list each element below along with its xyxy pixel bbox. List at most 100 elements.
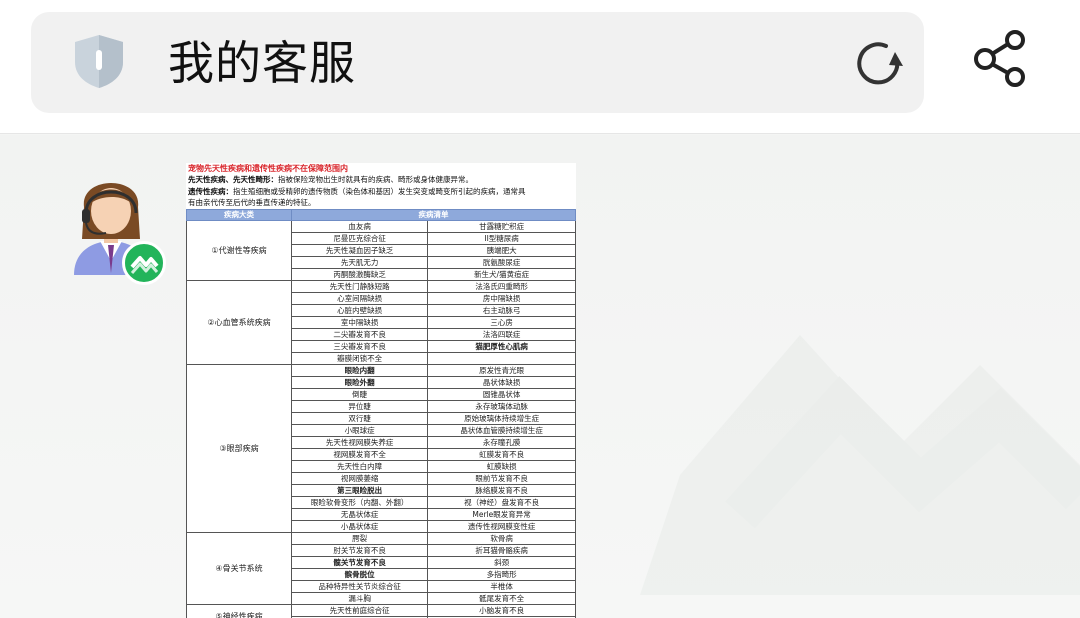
- disease-cell: 漏斗胸: [291, 591, 429, 605]
- category-cell: ④骨关节系统: [186, 531, 293, 605]
- disease-cell: 软骨病: [427, 531, 576, 545]
- disease-cell: 髌骨脱位: [291, 567, 429, 581]
- disease-cell: 肘关节发育不良: [291, 543, 429, 557]
- page-title: 我的客服: [168, 36, 356, 90]
- disease-cell: 折耳猫骨骼疾病: [427, 543, 576, 557]
- table-body: ①代谢性等疾病 血友病 甘露糖贮积症 尼曼匹克综合征 II型糖尿病 先天性凝血因子缺乏 胰端…: [186, 219, 576, 618]
- disease-table: 疾病大类 疾病清单 ①代谢性等疾病 血友病 甘露糖贮积症 尼曼匹克综合征 II型糖尿病先…: [186, 208, 576, 618]
- disease-cell: 异位睫: [291, 399, 429, 413]
- disease-cell: II型糖尿病: [427, 231, 576, 245]
- definition-label: 遗传性疾病：: [188, 186, 233, 196]
- share-icon[interactable]: [970, 28, 1030, 90]
- disease-cell: 圆锥晶状体: [427, 387, 576, 401]
- definition-continued: 有由亲代传至后代的垂直传递的特征。: [188, 198, 316, 208]
- category-cell: ①代谢性等疾病: [186, 219, 293, 281]
- disease-cell: 胱氨酸尿症: [427, 255, 576, 269]
- disease-cell: 虹膜发育不良: [427, 447, 576, 461]
- disease-cell: 眼睑外翻: [291, 375, 429, 389]
- disease-cell: 三心房: [427, 315, 576, 329]
- disease-cell: 髋关节发育不良: [291, 555, 429, 569]
- column-header-category: 疾病大类: [186, 208, 293, 221]
- disease-cell: 先天性视网膜失养症: [291, 435, 429, 449]
- definition-text: 指被保险宠物出生时就具有的疾病、畸形或身体健康异常。: [278, 175, 473, 184]
- disease-cell: 脉络膜发育不良: [427, 483, 576, 497]
- disease-cell: 倒睫: [291, 387, 429, 401]
- disease-cell: 原发性青光眼: [427, 363, 576, 377]
- top-bar: 我的客服: [0, 0, 1080, 134]
- category-cell: ⑤神经性疾病: [186, 603, 293, 618]
- disease-cell: 晶状体血管膜持续增生症: [427, 423, 576, 437]
- disease-cell: 视网膜发育不全: [291, 447, 429, 461]
- table-row: ②心血管系统疾病 先天性门静脉短路 法洛氏四重畸形: [186, 279, 576, 365]
- definition-hereditary: 遗传性疾病：指生殖细胞或受精卵的遗传物质（染色体和基因）发生突变或畸变所引起的疾…: [186, 186, 576, 198]
- disease-cell: 半椎体: [427, 579, 576, 593]
- disease-cell: 眼前节发育不良: [427, 471, 576, 485]
- disease-cell: 法洛氏四重畸形: [427, 279, 576, 293]
- disease-cell: 视（神经）盘发育不良: [427, 495, 576, 509]
- definition-text: 指生殖细胞或受精卵的遗传物质（染色体和基因）发生突变或畸变所引起的疾病，通常具: [233, 186, 526, 196]
- refresh-icon[interactable]: [853, 38, 905, 86]
- disease-cell: 尼曼匹克综合征: [291, 231, 429, 245]
- disease-cell: 先天肌无力: [291, 255, 429, 269]
- disease-cell: 先天性白内障: [291, 459, 429, 473]
- disease-cell: 视网膜萎缩: [291, 471, 429, 485]
- table-header-row: 疾病大类 疾病清单: [186, 208, 576, 221]
- disease-cell: 腭裂: [291, 531, 429, 545]
- category-cell: ③眼部疾病: [186, 363, 293, 533]
- disease-cell: 瓣膜闭锁不全: [291, 351, 429, 365]
- disease-cell: 眼睑软骨变形（内翻、外翻）: [291, 495, 429, 509]
- disease-cell: 骶尾发育不全: [427, 591, 576, 605]
- document-title: 宠物先天性疾病和遗传性疾病不在保障范围内: [188, 164, 348, 173]
- table-row: ③眼部疾病 眼睑内翻 原发性青光眼: [186, 363, 576, 533]
- watermark-logo: [640, 335, 1080, 595]
- disease-cell: 双行睫: [291, 411, 429, 425]
- disease-cell: 晶状体缺损: [427, 375, 576, 389]
- disease-cell: 斜颈: [427, 555, 576, 569]
- disease-cell: 先天性前庭综合征: [291, 603, 429, 617]
- category-cell: ②心血管系统疾病: [186, 279, 293, 365]
- disease-cell: 猫肥厚性心肌病: [427, 339, 576, 353]
- disease-cell: 胰端肥大: [427, 243, 576, 257]
- definition-label: 先天性疾病、先天性畸形：: [188, 175, 278, 184]
- table-row: ⑤神经性疾病 先天性前庭综合征 小脑发育不良: [186, 603, 576, 618]
- online-badge: [122, 241, 166, 285]
- disease-cell: 遗传性视网膜变性症: [427, 519, 576, 533]
- wave-badge-icon: [130, 256, 159, 274]
- disease-cell: 先天性凝血因子缺乏: [291, 243, 429, 257]
- disease-cell: 法洛四联症: [427, 327, 576, 341]
- disease-list-image[interactable]: 宠物先天性疾病和遗传性疾病不在保障范围内 先天性疾病、先天性畸形：指被保险宠物出…: [186, 163, 576, 618]
- disease-cell: 小眼球症: [291, 423, 429, 437]
- definition-congenital: 先天性疾病、先天性畸形：指被保险宠物出生时就具有的疾病、畸形或身体健康异常。: [186, 174, 576, 186]
- disease-cell: [427, 351, 576, 365]
- disease-cell: 虹膜缺损: [427, 459, 576, 473]
- table-row: ①代谢性等疾病 血友病 甘露糖贮积症: [186, 219, 576, 281]
- disease-cell: 心脏内壁缺损: [291, 303, 429, 317]
- disease-cell: 二尖瓣发育不良: [291, 327, 429, 341]
- disease-cell: 室中隔缺损: [291, 315, 429, 329]
- disease-cell: 多指畸形: [427, 567, 576, 581]
- disease-cell: 无晶状体症: [291, 507, 429, 521]
- disease-cell: 第三眼睑脱出: [291, 483, 429, 497]
- disease-cell: 三尖瓣发育不良: [291, 339, 429, 353]
- disease-cell: 眼睑内翻: [291, 363, 429, 377]
- table-row: ④骨关节系统 腭裂 软骨病: [186, 531, 576, 605]
- disease-cell: 血友病: [291, 219, 429, 233]
- disease-cell: 房中隔缺损: [427, 291, 576, 305]
- disease-cell: 丙酮酸激酶缺乏: [291, 267, 429, 281]
- chat-area: 宠物先天性疾病和遗传性疾病不在保障范围内 先天性疾病、先天性畸形：指被保险宠物出…: [0, 135, 1080, 618]
- disease-cell: 原始玻璃体持续增生症: [427, 411, 576, 425]
- disease-cell: 永存玻璃体动脉: [427, 399, 576, 413]
- disease-cell: 甘露糖贮积症: [427, 219, 576, 233]
- disease-cell: 小脑发育不良: [427, 603, 576, 617]
- disease-cell: 先天性门静脉短路: [291, 279, 429, 293]
- disease-cell: 永存瞳孔膜: [427, 435, 576, 449]
- disease-cell: Merle眼发育异常: [427, 507, 576, 521]
- disease-cell: 右主动脉弓: [427, 303, 576, 317]
- title-bar: [31, 12, 924, 113]
- column-header-list: 疾病清单: [291, 208, 576, 221]
- disease-cell: 小晶状体症: [291, 519, 429, 533]
- shield-icon: [75, 35, 123, 88]
- disease-cell: 心室间隔缺损: [291, 291, 429, 305]
- disease-cell: 品种特异性关节炎综合征: [291, 579, 429, 593]
- disease-cell: 新生犬/猫黄疸症: [427, 267, 576, 281]
